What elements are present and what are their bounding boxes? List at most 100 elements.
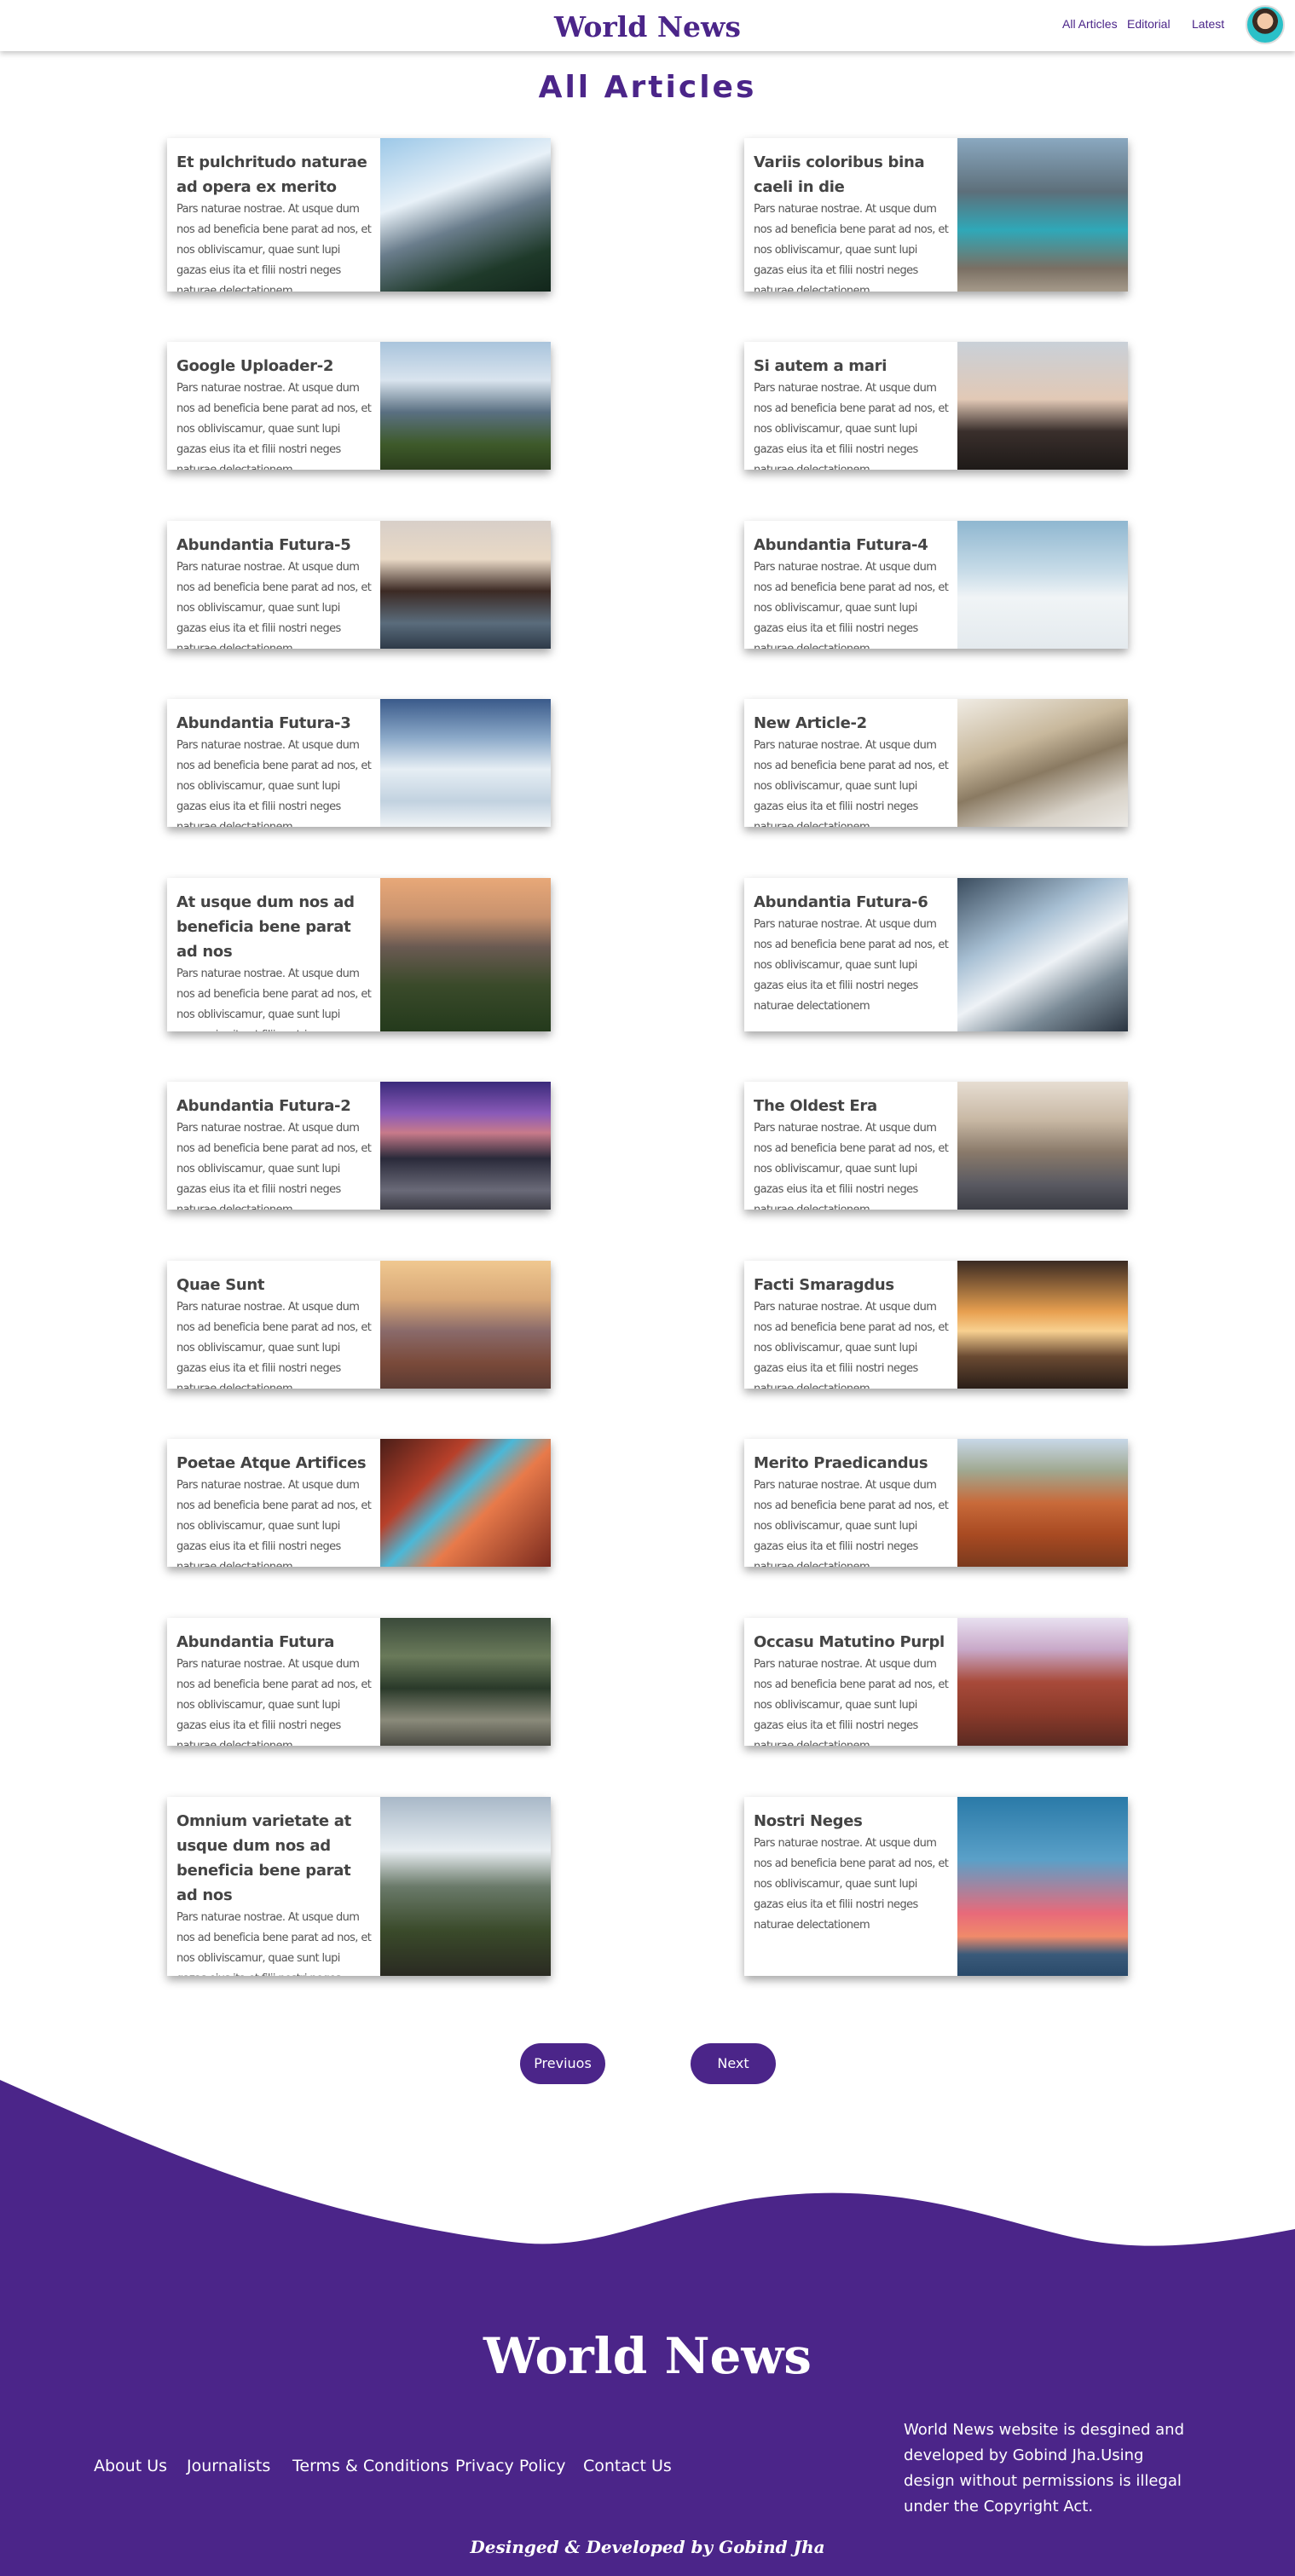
article-title[interactable]: Abundantia Futura-2: [176, 1094, 373, 1118]
article-title[interactable]: Omnium varietate at usque dum nos ad ben…: [176, 1809, 373, 1908]
article-text: Facti Smaragdus Pars naturae nostrae. At …: [754, 1273, 950, 1389]
footer-link-journalists[interactable]: Journalists: [187, 2457, 270, 2475]
footer-credit: Desinged & Developed by Gobind Jha: [470, 2537, 825, 2557]
article-excerpt: Pars naturae nostrae. At usque dum nos a…: [754, 1658, 949, 1746]
article-title[interactable]: Abundantia Futura-4: [754, 533, 950, 557]
article-title[interactable]: Abundantia Futura-5: [176, 533, 373, 557]
article-excerpt: Pars naturae nostrae. At usque dum nos a…: [754, 739, 949, 827]
article-text: Variis coloribus bina caeli in die Pars n…: [754, 150, 950, 292]
red-canyon-photo[interactable]: [957, 1618, 1128, 1746]
mountain-biker-desert-photo[interactable]: [957, 1439, 1128, 1567]
article-text: Occasu Matutino Purpl Pars naturae nostra…: [754, 1630, 950, 1746]
article-card[interactable]: Facti Smaragdus Pars naturae nostrae. At …: [744, 1261, 1128, 1389]
snowy-mountain-forest-photo[interactable]: [380, 138, 551, 292]
snowy-peaks-photo[interactable]: [380, 699, 551, 827]
article-card[interactable]: Abundantia Futura-3 Pars naturae nostrae.…: [167, 699, 551, 827]
antelope-canyon-photo[interactable]: [380, 1439, 551, 1567]
article-text: Abundantia Futura-5 Pars naturae nostrae.…: [176, 533, 373, 649]
article-excerpt: Pars naturae nostrae. At usque dum nos a…: [754, 203, 949, 292]
article-excerpt: Pars naturae nostrae. At usque dum nos a…: [176, 1479, 372, 1567]
article-text: Abundantia Futura-3 Pars naturae nostrae.…: [176, 711, 373, 827]
article-card[interactable]: At usque dum nos ad beneficia bene parat…: [167, 878, 551, 1031]
article-excerpt: Pars naturae nostrae. At usque dum nos a…: [176, 1122, 372, 1210]
article-text: Quae Sunt Pars naturae nostrae. At usque …: [176, 1273, 373, 1389]
mountain-valley-photo[interactable]: [380, 342, 551, 470]
footer-link-terms[interactable]: Terms & Conditions: [292, 2457, 448, 2475]
article-text: Et pulchritudo naturae ad opera ex merit…: [176, 150, 373, 292]
sea-rock-arch-photo[interactable]: [380, 521, 551, 649]
article-card[interactable]: Merito Praedicandus Pars naturae nostrae.…: [744, 1439, 1128, 1567]
article-card[interactable]: Abundantia Futura-2 Pars naturae nostrae.…: [167, 1082, 551, 1210]
article-excerpt: Pars naturae nostrae. At usque dum nos a…: [176, 1911, 372, 1976]
article-title[interactable]: Abundantia Futura-3: [176, 711, 373, 736]
paraglider-sunset-sea-photo[interactable]: [957, 1797, 1128, 1976]
article-text: Abundantia Futura-2 Pars naturae nostrae.…: [176, 1094, 373, 1210]
article-card[interactable]: Abundantia Futura-4 Pars naturae nostrae.…: [744, 521, 1128, 649]
article-text: Merito Praedicandus Pars naturae nostrae.…: [754, 1451, 950, 1567]
article-title[interactable]: Et pulchritudo naturae ad opera ex merit…: [176, 150, 373, 199]
article-text: New Article-2 Pars naturae nostrae. At us…: [754, 711, 950, 827]
next-button[interactable]: Next: [691, 2043, 776, 2084]
article-excerpt: Pars naturae nostrae. At usque dum nos a…: [176, 739, 372, 827]
hollywood-night-photo[interactable]: [380, 1082, 551, 1210]
footer-link-contact[interactable]: Contact Us: [583, 2457, 672, 2475]
snowy-ridge-photo[interactable]: [957, 878, 1128, 1031]
page-title: All Articles: [538, 70, 757, 105]
article-card[interactable]: Si autem a mari Pars naturae nostrae. At …: [744, 342, 1128, 470]
article-card[interactable]: Abundantia Futura-6 Pars naturae nostrae.…: [744, 878, 1128, 1031]
article-excerpt: Pars naturae nostrae. At usque dum nos a…: [176, 382, 372, 470]
palm-trees-sunset-photo[interactable]: [957, 342, 1128, 470]
mountain-lake-photo[interactable]: [957, 138, 1128, 292]
article-title[interactable]: Quae Sunt: [176, 1273, 373, 1297]
article-card[interactable]: The Oldest Era Pars naturae nostrae. At u…: [744, 1082, 1128, 1210]
article-card[interactable]: Occasu Matutino Purpl Pars naturae nostra…: [744, 1618, 1128, 1746]
city-skyline-photo[interactable]: [957, 1082, 1128, 1210]
grand-canyon-photo[interactable]: [380, 1261, 551, 1389]
article-text: Nostri Neges Pars naturae nostrae. At usq…: [754, 1809, 950, 1936]
article-excerpt: Pars naturae nostrae. At usque dum nos a…: [176, 1658, 372, 1746]
article-card[interactable]: Google Uploader-2 Pars naturae nostrae. A…: [167, 342, 551, 470]
article-title[interactable]: Abundantia Futura: [176, 1630, 373, 1655]
article-title[interactable]: Facti Smaragdus: [754, 1273, 950, 1297]
article-card[interactable]: New Article-2 Pars naturae nostrae. At us…: [744, 699, 1128, 827]
article-card[interactable]: Variis coloribus bina caeli in die Pars n…: [744, 138, 1128, 292]
footer-copyright-note: World News website is desgined and devel…: [904, 2421, 1185, 2515]
joshua-tree-sunset-photo[interactable]: [957, 1261, 1128, 1389]
biker-cliff-volcano-photo[interactable]: [380, 1797, 551, 1976]
article-title[interactable]: Google Uploader-2: [176, 354, 373, 378]
article-title[interactable]: Nostri Neges: [754, 1809, 950, 1834]
forest-valley-sunset-photo[interactable]: [380, 878, 551, 1031]
article-title[interactable]: Merito Praedicandus: [754, 1451, 950, 1476]
article-text: Abundantia Futura-4 Pars naturae nostrae.…: [754, 533, 950, 649]
article-card[interactable]: Et pulchritudo naturae ad opera ex merit…: [167, 138, 551, 292]
skier-rocky-slope-photo[interactable]: [957, 699, 1128, 827]
nav-latest[interactable]: Latest: [1192, 17, 1224, 31]
article-card[interactable]: Quae Sunt Pars naturae nostrae. At usque …: [167, 1261, 551, 1389]
snowboarders-photo[interactable]: [957, 521, 1128, 649]
forest-biker-photo[interactable]: [380, 1618, 551, 1746]
footer-logo: World News: [483, 2327, 812, 2385]
article-title[interactable]: Si autem a mari: [754, 354, 950, 378]
article-card[interactable]: Abundantia Futura Pars naturae nostrae. A…: [167, 1618, 551, 1746]
footer-link-privacy[interactable]: Privacy Policy: [455, 2457, 565, 2475]
nav-editorial[interactable]: Editorial: [1127, 17, 1171, 31]
article-title[interactable]: The Oldest Era: [754, 1094, 950, 1118]
article-title[interactable]: New Article-2: [754, 711, 950, 736]
article-card[interactable]: Poetae Atque Artifices Pars naturae nostr…: [167, 1439, 551, 1567]
nav-all-articles[interactable]: All Articles: [1062, 17, 1118, 31]
article-text: Poetae Atque Artifices Pars naturae nostr…: [176, 1451, 373, 1567]
footer-link-about-us[interactable]: About Us: [94, 2457, 167, 2475]
previous-button[interactable]: Previuos: [520, 2043, 605, 2084]
article-text: Google Uploader-2 Pars naturae nostrae. A…: [176, 354, 373, 470]
article-excerpt: Pars naturae nostrae. At usque dum nos a…: [176, 967, 372, 1031]
article-title[interactable]: At usque dum nos ad beneficia bene parat…: [176, 890, 373, 964]
article-excerpt: Pars naturae nostrae. At usque dum nos a…: [754, 918, 949, 1013]
article-card[interactable]: Abundantia Futura-5 Pars naturae nostrae.…: [167, 521, 551, 649]
article-title[interactable]: Poetae Atque Artifices: [176, 1451, 373, 1476]
article-title[interactable]: Variis coloribus bina caeli in die: [754, 150, 950, 199]
user-avatar[interactable]: [1246, 5, 1285, 44]
article-card[interactable]: Omnium varietate at usque dum nos ad ben…: [167, 1797, 551, 1976]
article-title[interactable]: Abundantia Futura-6: [754, 890, 950, 915]
article-card[interactable]: Nostri Neges Pars naturae nostrae. At usq…: [744, 1797, 1128, 1976]
article-title[interactable]: Occasu Matutino Purpl: [754, 1630, 950, 1655]
